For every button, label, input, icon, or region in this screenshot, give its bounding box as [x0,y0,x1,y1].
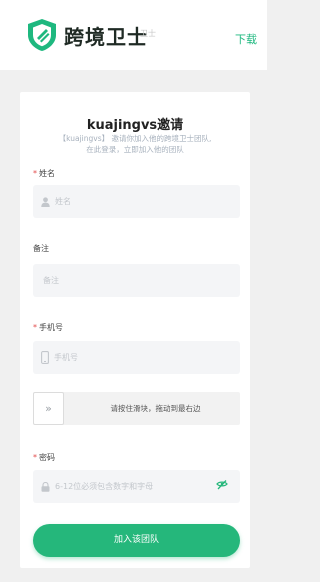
phone-icon [41,351,49,364]
phone-placeholder: 手机号 [54,353,78,362]
page-title: kuajingvs邀请 [86,118,184,133]
slider-handle[interactable]: » [33,392,64,425]
name-input[interactable]: 姓名 [33,185,240,218]
required-mark: * [33,453,37,462]
slider-instruction: 请按住滑块，拖动到最右边 [110,404,201,413]
phone-label: * 手机号 [33,322,63,333]
phone-label-text: 手机号 [39,323,63,332]
remark-input[interactable]: 备注 [33,264,240,297]
required-mark: * [33,169,37,178]
user-icon [41,196,50,207]
password-label: * 密码 [33,452,55,463]
name-label: * 姓名 [33,168,55,179]
name-label-text: 姓名 [39,169,55,178]
shield-logo-icon [26,18,58,52]
join-team-button[interactable]: 加入该团队 [33,524,240,557]
double-chevron-right-icon: » [45,402,52,415]
required-mark: * [33,323,37,332]
slider-captcha: » 请按住滑块，拖动到最右边 [33,392,240,425]
top-header: 跨境卫士 卫士 下载 [0,0,267,70]
brand-name: 跨境卫士 [64,24,148,49]
remark-label: 备注 [33,244,49,253]
eye-toggle-icon[interactable] [216,479,228,491]
download-link[interactable]: 下载 [235,31,257,47]
lock-icon [41,481,50,492]
invite-subtitle: 【kuajingvs】 邀请你加入他的跨境卫士团队, 在此登录，立即加入他的团队 [20,133,250,155]
phone-input[interactable]: 手机号 [33,341,240,374]
brand-logo[interactable]: 跨境卫士 [26,18,148,52]
password-input[interactable]: 6-12位必须包含数字和字母 [33,470,240,503]
name-placeholder: 姓名 [55,197,71,206]
password-placeholder: 6-12位必须包含数字和字母 [55,482,154,491]
invite-form-card: kuajingvs邀请 【kuajingvs】 邀请你加入他的跨境卫士团队, 在… [20,92,250,568]
brand-sub-watermark: 卫士 [140,29,156,38]
subtitle-line-2: 在此登录，立即加入他的团队 [86,145,184,154]
password-label-text: 密码 [39,453,55,462]
remark-placeholder: 备注 [43,276,59,285]
subtitle-line-1: 【kuajingvs】 邀请你加入他的跨境卫士团队, [58,134,212,143]
